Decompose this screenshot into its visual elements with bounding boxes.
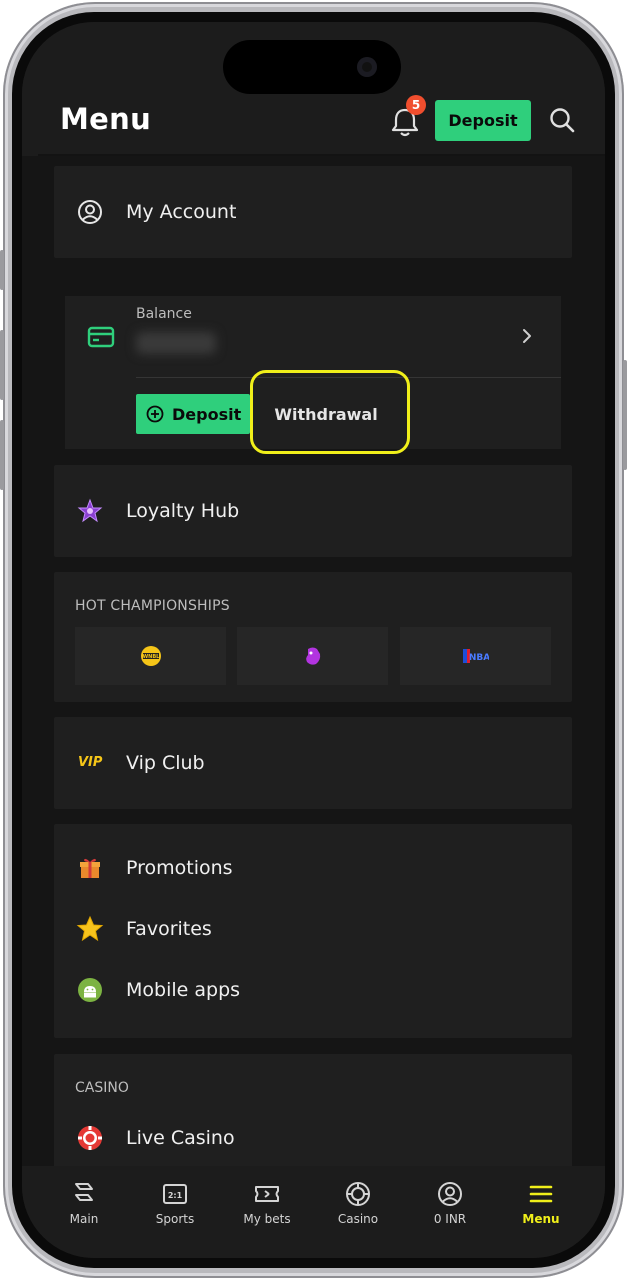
vip-icon: VIP [78, 755, 103, 770]
championship-tile-wnbl[interactable]: WNBL [75, 627, 226, 685]
withdrawal-highlight [250, 370, 410, 454]
nav-label: Main [69, 1212, 99, 1226]
menu-item-label: Live Casino [126, 1127, 235, 1149]
vip-card[interactable]: VIP Vip Club [54, 717, 572, 809]
main-icon [75, 1183, 93, 1201]
menu-item-live-casino[interactable]: Live Casino [54, 1108, 572, 1166]
scoreboard-icon: 2:1 [163, 1184, 187, 1204]
hot-championships-card: HOT CHAMPIONSHIPS WNBL NBA [54, 572, 572, 702]
menu-item-label: Mobile apps [126, 979, 241, 1001]
nav-label: Sports [155, 1212, 195, 1226]
nav-item-my-bets[interactable]: My bets [227, 1180, 307, 1240]
bottom-nav: Main 2:1 Sports My bets Casino 0 INR Men… [22, 1166, 605, 1258]
menu-item-loyalty-hub[interactable]: Loyalty Hub [54, 481, 572, 541]
purple-star-icon [77, 498, 103, 523]
dynamic-island [223, 40, 401, 94]
nav-item-account-balance[interactable]: 0 INR [410, 1180, 490, 1240]
championship-tile-premier-league[interactable] [237, 627, 388, 685]
svg-text:NBA: NBA [468, 653, 488, 663]
menu-item-promotions[interactable]: Promotions [54, 838, 572, 898]
menu-item-mobile-apps[interactable]: Mobile apps [54, 960, 572, 1020]
balance-card: Balance Deposit Withdrawal [65, 296, 561, 454]
menu-item-favorites[interactable]: Favorites [54, 899, 572, 959]
screen: Menu 5 Deposit My Account Balance Deposi… [22, 22, 605, 1258]
svg-text:2:1: 2:1 [168, 1191, 183, 1200]
phone-side-button [0, 420, 4, 490]
hamburger-icon [529, 1185, 553, 1203]
phone-side-button [0, 250, 4, 290]
balance-amount-hidden [136, 332, 216, 354]
header: Menu 5 Deposit [22, 22, 605, 156]
android-icon [78, 978, 102, 1002]
section-title: HOT CHAMPIONSHIPS [75, 598, 230, 614]
chip-icon [346, 1182, 370, 1206]
page-title: Menu [60, 102, 152, 136]
nav-item-menu[interactable]: Menu [501, 1180, 581, 1240]
nav-label: 0 INR [433, 1212, 467, 1226]
nav-label: Menu [522, 1212, 560, 1226]
nba-logo-icon: NBA [462, 649, 489, 663]
nav-label: Casino [337, 1212, 379, 1226]
plus-circle-icon [146, 405, 164, 423]
camera-icon [357, 57, 377, 77]
search-icon[interactable] [548, 106, 576, 134]
ticket-icon [255, 1186, 279, 1202]
menu-item-vip-club[interactable]: VIP Vip Club [54, 733, 572, 793]
nav-item-casino[interactable]: Casino [318, 1180, 398, 1240]
wnbl-logo-icon: WNBL [140, 646, 161, 666]
championship-tile-nba[interactable]: NBA [400, 627, 551, 685]
svg-text:WNBL: WNBL [142, 654, 160, 660]
phone-side-button [623, 360, 627, 470]
gift-icon [80, 858, 100, 878]
phone-side-button [0, 330, 4, 400]
menu-item-label: Favorites [126, 918, 212, 940]
nav-item-main[interactable]: Main [44, 1180, 124, 1240]
header-deposit-button[interactable]: Deposit [435, 100, 531, 141]
star-icon [76, 915, 104, 942]
balance-label: Balance [136, 306, 192, 322]
nav-item-sports[interactable]: 2:1 Sports [135, 1180, 215, 1240]
nav-label: My bets [243, 1212, 291, 1226]
menu-item-label: Promotions [126, 857, 233, 879]
menu-item-label: Loyalty Hub [126, 500, 240, 522]
menu-item-my-account[interactable]: My Account [54, 182, 572, 242]
my-account-card[interactable]: My Account [54, 166, 572, 258]
menu-content[interactable]: My Account Balance Deposit Withdrawal Lo… [22, 156, 605, 1166]
chevron-right-icon[interactable] [520, 326, 534, 346]
misc-card: Promotions Favorites Mobile apps [54, 824, 572, 1038]
section-title: CASINO [75, 1080, 129, 1096]
menu-item-label: My Account [126, 201, 237, 223]
user-circle-icon [438, 1182, 462, 1206]
notification-badge: 5 [406, 95, 426, 115]
casino-card: CASINO Live Casino [54, 1054, 572, 1166]
loyalty-card[interactable]: Loyalty Hub [54, 465, 572, 557]
menu-item-label: Vip Club [126, 752, 205, 774]
casino-chip-icon [78, 1126, 102, 1150]
premier-league-logo-icon [305, 647, 320, 665]
user-circle-icon [78, 200, 102, 224]
credit-card-icon [87, 326, 115, 348]
